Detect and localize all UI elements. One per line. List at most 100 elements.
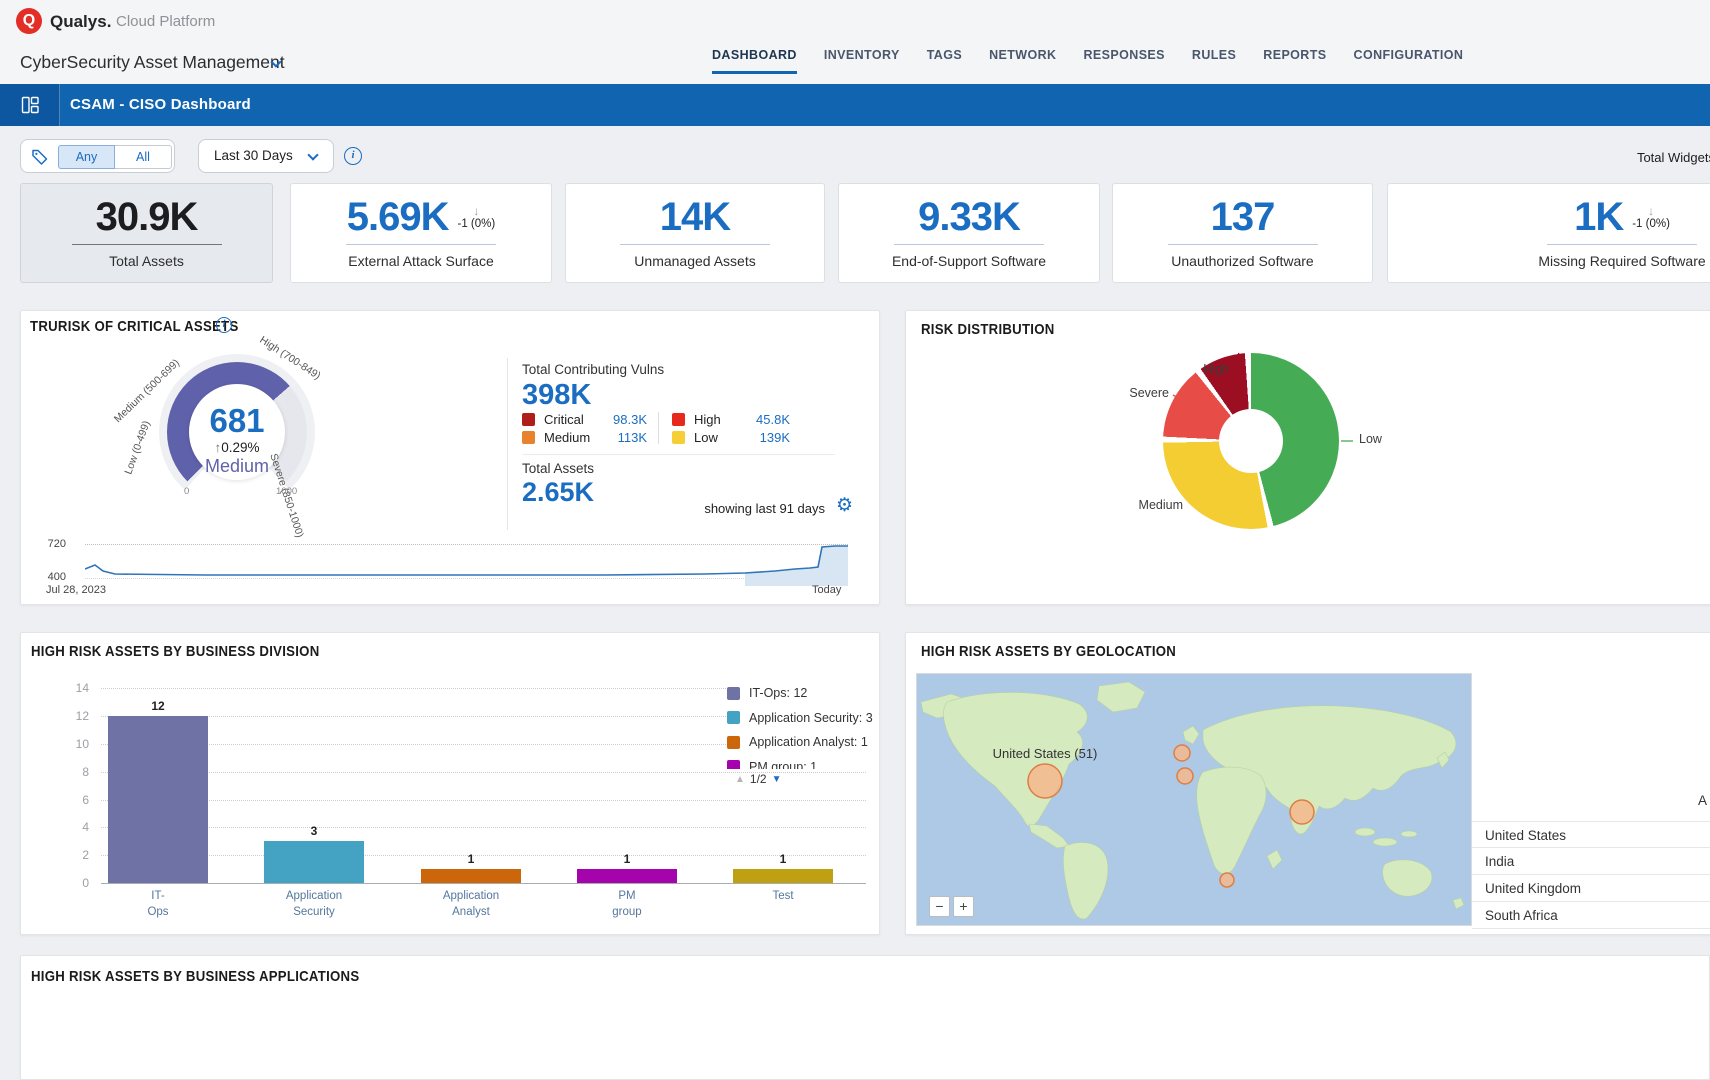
geo-row-spain[interactable]: Spain xyxy=(1472,929,1710,935)
legend-swatch-icon xyxy=(727,687,740,700)
gridline xyxy=(101,827,866,828)
tab-network[interactable]: NETWORK xyxy=(989,48,1056,74)
gridline xyxy=(101,800,866,801)
kpi-underline xyxy=(620,244,770,245)
bubble-spain[interactable] xyxy=(1177,768,1193,784)
kpi-external-attack-surface[interactable]: 5.69K ↓-1 (0%) External Attack Surface xyxy=(290,183,552,283)
top-header: Q Qualys. Cloud Platform CyberSecurity A… xyxy=(0,0,1710,84)
x-label-it-ops: IT-Ops xyxy=(93,889,223,920)
world-map-svg: United States (51) xyxy=(917,674,1471,925)
map-zoom-out-button[interactable]: − xyxy=(929,896,950,917)
spark-end-date: Today xyxy=(812,584,841,596)
tab-inventory[interactable]: INVENTORY xyxy=(824,48,900,74)
x-label-application-analyst: ApplicationAnalyst xyxy=(406,889,536,920)
legend-page-down-icon[interactable]: ▼ xyxy=(772,774,782,785)
legend-pagination: ▲ 1/2 ▼ xyxy=(735,772,782,786)
csam-dashboard-screen: Q Qualys. Cloud Platform CyberSecurity A… xyxy=(0,0,1710,1080)
bubble-south-africa[interactable] xyxy=(1220,873,1234,887)
assets-label: Total Assets xyxy=(522,461,594,476)
bar-pm-group[interactable] xyxy=(577,869,677,883)
filter-info-icon[interactable]: i xyxy=(344,147,362,165)
gauge-min-label: 0 xyxy=(184,486,189,497)
trend-down-icon: ↓ xyxy=(473,205,479,218)
dashboard-picker-button[interactable] xyxy=(0,84,60,126)
kpi-total-assets[interactable]: 30.9K Total Assets xyxy=(20,183,273,283)
kpi-value: 5.69K xyxy=(347,197,449,237)
bar-it-ops[interactable] xyxy=(108,716,208,883)
trurisk-info-icon[interactable]: i xyxy=(216,317,232,333)
risk-distribution-title: RISK DISTRIBUTION xyxy=(921,321,1055,338)
assets-total: 2.65K xyxy=(522,477,594,508)
date-range-chevron-icon xyxy=(307,149,318,160)
kpi-value: 30.9K xyxy=(96,197,198,237)
tab-tags[interactable]: TAGS xyxy=(927,48,962,74)
geo-row-united-kingdom[interactable]: United Kingdom xyxy=(1472,875,1710,902)
geo-row-united-states[interactable]: United States xyxy=(1472,821,1710,848)
business-applications-widget: HIGH RISK ASSETS BY BUSINESS APPLICATION… xyxy=(20,955,1710,1080)
vuln-legend-medium: Medium113K xyxy=(522,430,647,445)
bar-value: 3 xyxy=(264,824,364,838)
tag-mode-any-button[interactable]: Any xyxy=(58,145,115,169)
legend-item-it-ops[interactable]: IT-Ops: 12 xyxy=(727,681,880,706)
geolocation-widget: HIGH RISK ASSETS BY GEOLOCATION xyxy=(905,632,1710,935)
dashboard-grid-icon xyxy=(19,94,41,116)
tab-dashboard[interactable]: DASHBOARD xyxy=(712,48,797,74)
bar-application-analyst[interactable] xyxy=(421,869,521,883)
geo-column-header: A xyxy=(1698,793,1707,808)
tab-rules[interactable]: RULES xyxy=(1192,48,1236,74)
bar-value: 1 xyxy=(577,852,677,866)
bubble-united-kingdom[interactable] xyxy=(1174,745,1190,761)
map-zoom-in-button[interactable]: + xyxy=(953,896,974,917)
geo-row-south-africa[interactable]: South Africa xyxy=(1472,902,1710,929)
bar-application-security[interactable] xyxy=(264,841,364,883)
vuln-legend-critical: Critical98.3K xyxy=(522,412,647,427)
y-tick: 2 xyxy=(51,848,89,862)
spark-area xyxy=(745,546,848,586)
donut-label-high: High xyxy=(1181,362,1229,376)
legend-page-up-icon[interactable]: ▲ xyxy=(735,774,745,785)
widget-settings-gear-icon[interactable]: ⚙ xyxy=(836,494,853,517)
vuln-legend-high: High45.8K xyxy=(672,412,790,427)
kpi-end-of-support-software[interactable]: 9.33K End-of-Support Software xyxy=(838,183,1100,283)
main-nav: DASHBOARD INVENTORY TAGS NETWORK RESPONS… xyxy=(712,48,1463,74)
bar-value: 1 xyxy=(421,852,521,866)
kpi-value: 1K xyxy=(1574,197,1623,237)
legend-item-application-security[interactable]: Application Security: 3 xyxy=(727,706,880,731)
high-swatch-icon xyxy=(672,413,685,426)
bar-test[interactable] xyxy=(733,869,833,883)
y-tick: 14 xyxy=(51,681,89,695)
kpi-delta: ↓-1 (0%) xyxy=(458,205,496,231)
donut-label-medium: Medium xyxy=(1119,498,1183,512)
risk-distribution-widget: RISK DISTRIBUTION High Severe Medium Low xyxy=(905,310,1710,605)
qualys-logo-icon: Q xyxy=(16,8,42,34)
kpi-unmanaged-assets[interactable]: 14K Unmanaged Assets xyxy=(565,183,825,283)
legend-item-pm-group[interactable]: PM group: 1 xyxy=(727,755,880,770)
bubble-united-states[interactable] xyxy=(1028,764,1062,798)
total-widgets-label: Total Widgets xyxy=(1540,150,1710,165)
bubble-india[interactable] xyxy=(1290,800,1314,824)
geolocation-title: HIGH RISK ASSETS BY GEOLOCATION xyxy=(921,643,1176,660)
showing-range-label: showing last 91 days xyxy=(645,501,825,516)
legend-swatch-icon xyxy=(727,760,740,769)
y-tick: 6 xyxy=(51,793,89,807)
trurisk-score: 681 xyxy=(177,404,297,437)
geo-row-india[interactable]: India xyxy=(1472,848,1710,875)
world-map[interactable]: United States (51) − + xyxy=(916,673,1472,926)
kpi-underline xyxy=(346,244,496,245)
x-label-test: Test xyxy=(718,889,848,905)
app-switcher[interactable]: CyberSecurity Asset Management xyxy=(20,52,285,73)
tab-responses[interactable]: RESPONSES xyxy=(1084,48,1165,74)
tab-configuration[interactable]: CONFIGURATION xyxy=(1354,48,1464,74)
tab-reports[interactable]: REPORTS xyxy=(1263,48,1326,74)
tag-mode-all-button[interactable]: All xyxy=(115,145,172,169)
kpi-missing-required-software[interactable]: 1K ↓-1 (0%) Missing Required Software xyxy=(1387,183,1710,283)
date-range-select[interactable]: Last 30 Days xyxy=(198,139,334,173)
kpi-underline xyxy=(1168,244,1318,245)
vulns-total: 398K xyxy=(522,379,591,412)
kpi-underline xyxy=(894,244,1044,245)
legend-item-application-analyst[interactable]: Application Analyst: 1 xyxy=(727,730,880,755)
kpi-unauthorized-software[interactable]: 137 Unauthorized Software xyxy=(1112,183,1373,283)
x-label-pm-group: PMgroup xyxy=(562,889,692,920)
medium-swatch-icon xyxy=(522,431,535,444)
kpi-label: Unauthorized Software xyxy=(1171,253,1313,269)
